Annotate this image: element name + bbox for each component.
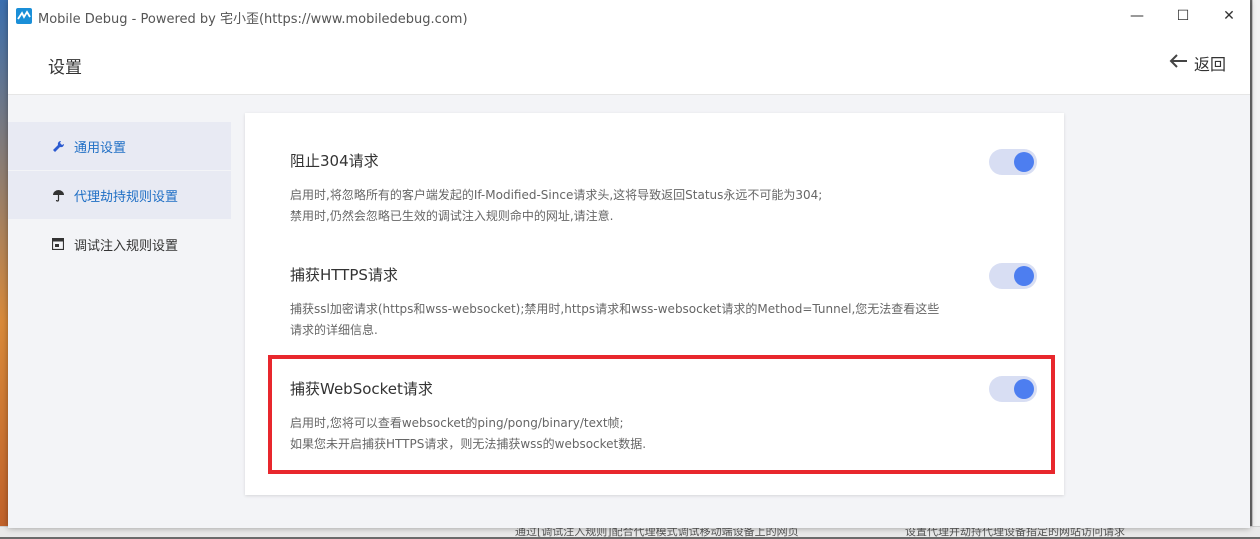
page-header: 设置 返回 xyxy=(8,31,1250,95)
toggle-prevent-304[interactable] xyxy=(989,149,1037,175)
window-title: Mobile Debug - Powered by 宅小歪(https://ww… xyxy=(38,12,468,27)
setting-description-line: 禁用时,仍然会忽略已生效的调试注入规则命中的网址,请注意. xyxy=(290,209,614,223)
maximize-button[interactable]: ☐ xyxy=(1160,0,1206,31)
setting-description: 捕获ssl加密请求(https和wss-websocket);禁用时,https… xyxy=(290,302,940,337)
sidebar-item-label: 通用设置 xyxy=(74,140,127,156)
wrench-icon xyxy=(51,139,65,153)
title-bar[interactable]: Mobile Debug - Powered by 宅小歪(https://ww… xyxy=(8,0,1250,31)
close-button[interactable]: ✕ xyxy=(1206,0,1252,31)
window-icon xyxy=(51,237,65,251)
setting-block-prevent-304: 阻止304请求 启用时,将忽略所有的客户端发起的If-Modified-Sinc… xyxy=(290,150,1030,227)
sidebar-item-general[interactable]: 通用设置 xyxy=(8,122,231,170)
arrow-left-icon xyxy=(1168,53,1188,73)
back-label: 返回 xyxy=(1194,55,1227,74)
settings-panel: 阻止304请求 启用时,将忽略所有的客户端发起的If-Modified-Sinc… xyxy=(245,113,1064,495)
app-logo-icon xyxy=(16,8,32,24)
setting-description: 启用时,将忽略所有的客户端发起的If-Modified-Since请求头,这将导… xyxy=(290,185,940,227)
setting-title: 阻止304请求 xyxy=(290,152,379,170)
setting-description-line: 启用时,将忽略所有的客户端发起的If-Modified-Since请求头,这将导… xyxy=(290,188,823,202)
minimize-button[interactable]: — xyxy=(1114,0,1160,31)
settings-sidebar: 通用设置 代理劫持规则设置 调试注入规则设置 xyxy=(8,122,231,269)
toggle-knob xyxy=(1014,266,1034,286)
setting-block-capture-https: 捕获HTTPS请求 捕获ssl加密请求(https和wss-websocket)… xyxy=(290,264,1030,341)
setting-title: 捕获HTTPS请求 xyxy=(290,266,398,284)
umbrella-icon xyxy=(51,188,65,202)
sidebar-item-label: 代理劫持规则设置 xyxy=(74,189,179,205)
back-button[interactable]: 返回 xyxy=(1168,51,1226,75)
highlight-box xyxy=(268,355,1055,474)
app-window: Mobile Debug - Powered by 宅小歪(https://ww… xyxy=(8,0,1250,528)
toggle-knob xyxy=(1014,152,1034,172)
sidebar-item-inject-rules[interactable]: 调试注入规则设置 xyxy=(8,220,231,268)
page-title: 设置 xyxy=(48,58,82,78)
sidebar-item-proxy-rules[interactable]: 代理劫持规则设置 xyxy=(8,171,231,219)
desktop-background-right xyxy=(1252,0,1260,536)
toggle-capture-https[interactable] xyxy=(989,263,1037,289)
sidebar-item-label: 调试注入规则设置 xyxy=(74,238,179,254)
desktop-background-left xyxy=(0,0,8,536)
settings-content: 通用设置 代理劫持规则设置 调试注入规则设置 阻止304请求 启用时,将忽略所有… xyxy=(8,95,1250,528)
